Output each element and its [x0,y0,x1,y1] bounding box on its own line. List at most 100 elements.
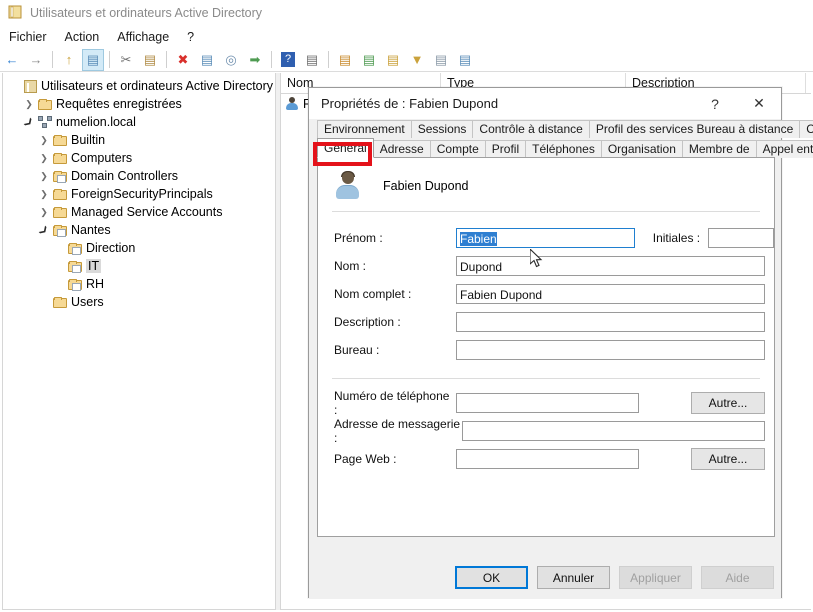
tab-sessions[interactable]: Sessions [410,120,474,138]
tab-profil-des-services-bureau-distance[interactable]: Profil des services Bureau à distance [588,120,801,138]
chevron-right-icon[interactable]: ❯ [37,204,51,220]
forward-icon[interactable]: → [25,49,47,71]
chevron-right-icon[interactable]: ❯ [22,96,36,112]
organizational-unit-icon [51,222,69,238]
menu-fichier[interactable]: Fichier [0,28,56,46]
tab-strip: Environnement Sessions Contrôle à distance… [317,119,813,158]
label-nom-complet: Nom complet : [334,287,412,301]
organizational-unit-icon [66,240,84,256]
chevron-right-icon[interactable]: ❯ [37,132,51,148]
label-telephone: Numéro de téléphone : [334,389,450,417]
tree-item-numelion-local[interactable]: ❯ numelion.local [3,113,275,131]
tab-g-n-ral[interactable]: Général [317,138,374,158]
close-icon[interactable]: ✕ [737,89,781,119]
paste-icon-glyph: ▤ [143,52,157,67]
tab-environnement[interactable]: Environnement [317,120,412,138]
pageweb-autre-button[interactable]: Autre... [691,448,765,470]
tab-t-l-phones[interactable]: Téléphones [525,140,602,158]
new-ou-icon[interactable]: ▤ [382,49,404,71]
menu-help[interactable]: ? [178,28,203,46]
pageweb-input[interactable] [456,449,639,469]
ok-button[interactable]: OK [455,566,528,589]
tree-item-label: ForeignSecurityPrincipals [71,187,213,201]
nom-input[interactable]: Dupond [456,256,765,276]
domain-icon [36,114,54,130]
tree-item-requ-tes-enregistr-es[interactable]: ❯ Requêtes enregistrées [3,95,275,113]
chevron-right-icon[interactable]: ❯ [37,186,51,202]
initiales-input[interactable] [708,228,774,248]
field-row-prenom: Prénom : Fabien Initiales : [318,224,774,252]
export-list-icon[interactable]: ➡ [244,49,266,71]
new-user-icon[interactable]: ▤ [334,49,356,71]
tree-item-label: Users [71,295,104,309]
tab-compte[interactable]: Compte [429,140,486,158]
label-initiales: Initiales : [652,231,701,245]
help-icon[interactable]: ? [277,49,299,71]
menu-affichage[interactable]: Affichage [108,28,178,46]
tree-item-nantes[interactable]: ❯ Nantes [3,221,275,239]
chevron-right-icon[interactable]: ❯ [37,168,51,184]
nom-complet-input[interactable]: Fabien Dupond [456,284,765,304]
tree-item-foreignsecurityprincipals[interactable]: ❯ ForeignSecurityPrincipals [3,185,275,203]
find-icon[interactable]: ◎ [220,49,242,71]
tree-item-domain-controllers[interactable]: ❯ Domain Controllers [3,167,275,185]
new-group-icon[interactable]: ▤ [358,49,380,71]
new-group-icon-glyph: ▤ [362,52,376,67]
tab-adresse[interactable]: Adresse [372,140,431,158]
tree-item-computers[interactable]: ❯ Computers [3,149,275,167]
user-icon [285,97,299,110]
tree-item-managed-service-accounts[interactable]: ❯ Managed Service Accounts [3,203,275,221]
prenom-input[interactable]: Fabien [456,228,635,248]
bureau-input[interactable] [456,340,765,360]
tree-item-users[interactable]: Users [3,293,275,311]
tree-item-builtin[interactable]: ❯ Builtin [3,131,275,149]
tree-item-direction[interactable]: Direction [3,239,275,257]
tree-item-utilisateurs-et-ordinateurs-active-directory-srv-a[interactable]: Utilisateurs et ordinateurs Active Direc… [3,77,275,95]
tab-organisation[interactable]: Organisation [600,140,683,158]
tab-row-upper: Environnement Sessions Contrôle à distance… [317,119,813,138]
tree-item-label: Nantes [71,223,111,237]
user-display-name: Fabien Dupond [383,178,469,193]
properties-icon[interactable]: ▤ [196,49,218,71]
tree-item-it[interactable]: IT [3,257,275,275]
telephone-input[interactable] [456,393,639,413]
annuler-button[interactable]: Annuler [537,566,610,589]
tab-contr-le-distance[interactable]: Contrôle à distance [472,120,590,138]
description-input[interactable] [456,312,765,332]
tree-item-label: RH [86,277,105,291]
toolbar-separator [166,51,167,68]
up-folder-icon[interactable]: ↑ [58,49,80,71]
back-icon[interactable]: ← [1,49,23,71]
console-tree-pane: Utilisateurs et ordinateurs Active Direc… [2,73,276,610]
delete-icon[interactable]: ✖ [172,49,194,71]
tab-com[interactable]: COM+ [799,120,813,138]
help-button[interactable]: ? [693,89,737,119]
console-window-icon[interactable]: ▤ [301,49,323,71]
saved-query-icon[interactable]: ▤ [430,49,452,71]
telephone-autre-button[interactable]: Autre... [691,392,765,414]
chevron-right-icon[interactable]: ❯ [37,150,51,166]
window-title: Utilisateurs et ordinateurs Active Direc… [30,6,263,20]
find-user-icon[interactable]: ▤ [454,49,476,71]
menu-action[interactable]: Action [56,28,109,46]
tab-profil[interactable]: Profil [484,140,527,158]
dialog-footer: OK Annuler Appliquer Aide [309,566,783,589]
avatar [334,171,361,199]
up-folder-icon-glyph: ↑ [65,52,73,67]
tree-item-rh[interactable]: RH [3,275,275,293]
delete-icon-glyph: ✖ [177,52,189,67]
show-hide-tree-icon[interactable]: ▤ [82,48,104,71]
paste-icon[interactable]: ▤ [139,49,161,71]
new-user-icon-glyph: ▤ [338,52,352,67]
main-toolbar: ← → ↑ ▤ ✂ ▤ ✖ ▤ ◎ ➡? ▤ ▤ ▤ ▤ ▼ ▤ ▤ [0,48,813,72]
organizational-unit-icon [51,168,69,184]
menu-bar: Fichier Action Affichage ? [0,26,813,48]
messagerie-input[interactable] [462,421,765,441]
cut-icon[interactable]: ✂ [115,49,137,71]
tab-appel-entrant[interactable]: Appel entrant [755,140,813,158]
filter-icon[interactable]: ▼ [406,49,428,71]
console-window-icon-glyph: ▤ [305,52,319,67]
tab-membre-de[interactable]: Membre de [681,140,757,158]
